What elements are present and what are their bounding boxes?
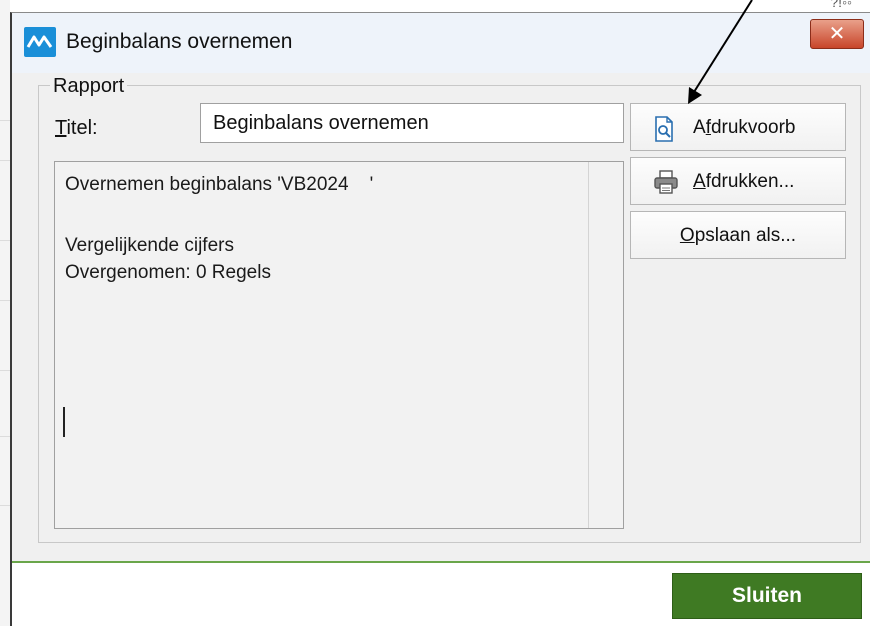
report-line: Overnemen beginbalans 'VB2024 ' — [65, 174, 374, 195]
report-line: Vergelijkende cijfers — [65, 235, 234, 256]
print-label: Afdrukken... — [693, 171, 795, 192]
close-button[interactable]: ✕ — [810, 19, 864, 49]
print-button[interactable]: Afdrukken... — [630, 157, 846, 205]
sluiten-button[interactable]: Sluiten — [672, 573, 862, 619]
report-line: Overgenomen: 0 Regels — [65, 262, 271, 283]
background-app-strip — [0, 0, 10, 626]
background-corner-text: ?!◦◦ — [830, 0, 852, 10]
print-preview-button[interactable]: Afdrukvoorb — [630, 103, 846, 151]
window-title: Beginbalans overnemen — [66, 30, 293, 53]
dialog-window: Beginbalans overnemen ✕ Rapport Titel: O… — [10, 12, 870, 626]
text-caret — [63, 407, 65, 437]
save-as-label: Opslaan als... — [679, 225, 797, 246]
printer-icon — [653, 170, 679, 200]
rapport-group-label: Rapport — [50, 75, 128, 98]
title-bar[interactable]: Beginbalans overnemen ✕ — [12, 13, 870, 73]
vertical-scrollbar[interactable] — [588, 162, 623, 528]
titel-input[interactable] — [200, 103, 624, 143]
titel-label: Titel: — [55, 117, 98, 139]
save-as-button[interactable]: Opslaan als... — [630, 211, 846, 259]
report-text-area[interactable]: Overnemen beginbalans 'VB2024 ' Vergelij… — [54, 161, 624, 529]
app-logo-icon — [24, 27, 56, 57]
bottom-divider — [12, 561, 870, 563]
print-preview-icon — [653, 116, 675, 148]
print-preview-label: Afdrukvoorb — [693, 117, 796, 138]
